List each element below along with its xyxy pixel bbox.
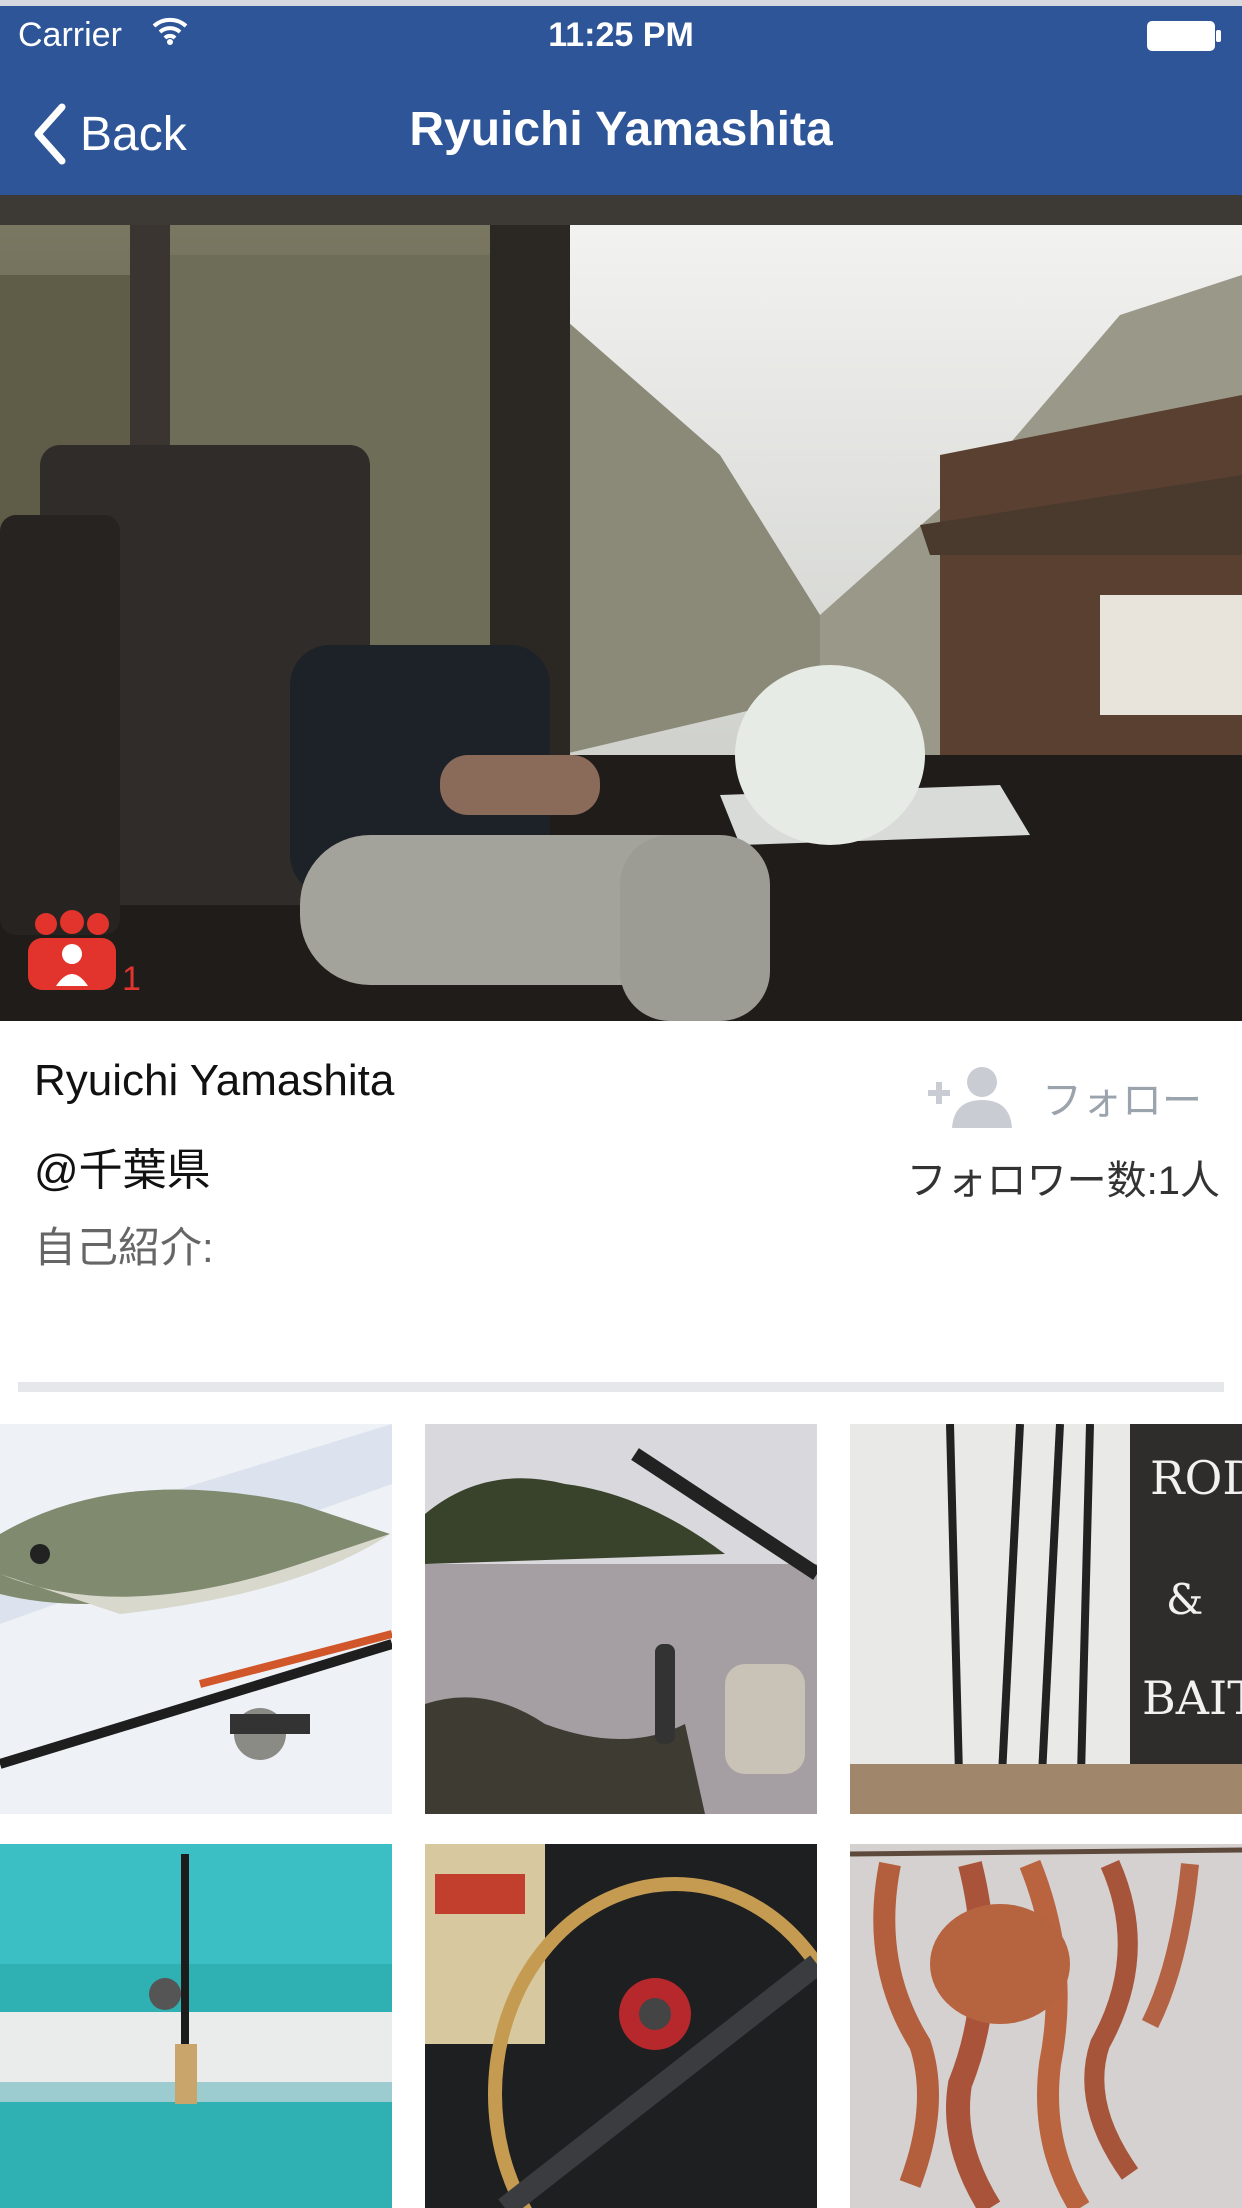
status-time: 11:25 PM [548, 16, 694, 54]
photo-thumbnail[interactable] [0, 1424, 392, 1814]
page-title: Ryuichi Yamashita [409, 103, 833, 156]
add-person-icon [928, 1067, 1012, 1128]
group-icon[interactable] [26, 910, 118, 997]
battery-icon [1146, 20, 1222, 61]
status-bar: Carrier 11:25 PM [0, 6, 1242, 66]
photo-thumbnail[interactable]: ROD & BAIT [850, 1424, 1242, 1814]
section-divider [18, 1382, 1224, 1392]
svg-text:&: & [1166, 1575, 1203, 1624]
photo-thumbnail[interactable] [425, 1844, 817, 2208]
follow-label: フォロー [1042, 1079, 1202, 1123]
photo-thumbnail[interactable] [850, 1844, 1242, 2208]
svg-text:ROD: ROD [1150, 1451, 1242, 1505]
profile-cover-photo [0, 195, 1242, 1021]
profile-location: @千葉県 [34, 1146, 211, 1195]
follow-button[interactable]: フォロー [928, 1066, 1202, 1128]
svg-text:BAIT: BAIT [1142, 1671, 1242, 1725]
profile-bio-label: 自己紹介: [34, 1224, 214, 1271]
group-count: 1 [122, 960, 141, 998]
photo-thumbnail[interactable] [425, 1424, 817, 1814]
follower-count: フォロワー数:1人 [906, 1159, 1220, 1203]
navigation-bar: Carrier 11:25 PM Back Ryuichi Yamashita [0, 6, 1242, 195]
profile-name: Ryuichi Yamashita [34, 1056, 395, 1105]
photo-thumbnail[interactable] [0, 1844, 392, 2208]
